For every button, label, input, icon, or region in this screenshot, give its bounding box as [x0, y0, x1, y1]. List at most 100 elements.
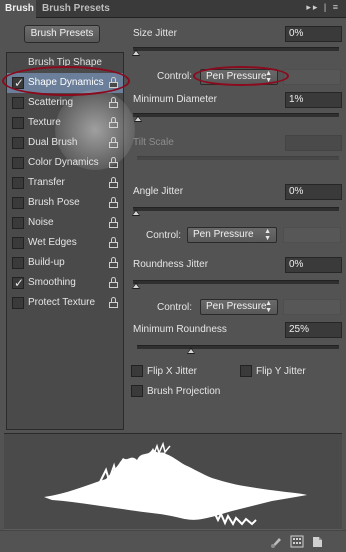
size-jitter-slider-thumb[interactable] — [132, 49, 140, 56]
size-control-select[interactable]: Pen Pressure ▲ ▼ — [200, 69, 278, 85]
option-label: Texture — [28, 117, 61, 128]
flip-y-label: Flip Y Jitter — [256, 366, 306, 377]
lock-icon[interactable] — [109, 257, 118, 268]
size-control-label: Control: — [157, 71, 193, 82]
tab-bar: Brush Brush Presets ▸▸ | ≡ — [0, 0, 346, 18]
option-row[interactable]: Protect Texture — [7, 293, 123, 313]
option-checkbox[interactable]: ✓ — [12, 76, 25, 90]
option-label: Build-up — [28, 257, 65, 268]
option-checkbox[interactable] — [12, 117, 24, 129]
option-checkbox[interactable] — [12, 97, 24, 109]
option-label: Color Dynamics — [28, 157, 99, 168]
lock-icon[interactable] — [109, 197, 118, 208]
new-preset-icon[interactable] — [310, 535, 324, 548]
option-checkbox[interactable] — [12, 217, 24, 229]
brush-projection-checkbox[interactable] — [131, 385, 143, 397]
minimum-diameter-field[interactable]: 1% — [285, 92, 342, 108]
select-arrows-icon: ▲ ▼ — [264, 228, 271, 242]
size-control-value: Pen Pressure — [206, 71, 267, 82]
angle-jitter-slider[interactable] — [133, 207, 339, 211]
minimum-roundness-field[interactable]: 25% — [285, 322, 342, 338]
lock-icon[interactable] — [109, 237, 118, 248]
tab-brush-presets[interactable]: Brush Presets — [42, 0, 110, 18]
lock-icon[interactable] — [109, 297, 118, 308]
option-row[interactable]: Dual Brush — [7, 133, 123, 153]
option-checkbox[interactable]: ✓ — [12, 276, 24, 290]
lock-icon[interactable] — [109, 77, 118, 88]
checkmark-icon: ✓ — [14, 76, 25, 90]
tilt-scale-field — [285, 135, 342, 151]
option-checkbox[interactable] — [12, 137, 24, 149]
minimum-roundness-slider[interactable] — [137, 345, 339, 349]
tilt-scale-label: Tilt Scale — [133, 137, 174, 148]
option-row[interactable]: Transfer — [7, 173, 123, 193]
minimum-diameter-slider-thumb[interactable] — [134, 115, 143, 122]
angle-control-extra — [283, 227, 341, 243]
angle-control-select[interactable]: Pen Pressure ▲ ▼ — [187, 227, 277, 243]
option-row[interactable]: Brush Pose — [7, 193, 123, 213]
angle-jitter-label: Angle Jitter — [133, 186, 184, 197]
size-control-extra — [283, 69, 341, 85]
grid-icon[interactable] — [290, 535, 304, 548]
brush-stroke-graphic — [44, 441, 307, 527]
brush-projection-label: Brush Projection — [147, 386, 221, 397]
option-row[interactable]: Color Dynamics — [7, 153, 123, 173]
size-jitter-field[interactable]: 0% — [285, 26, 342, 42]
option-checkbox[interactable] — [12, 197, 24, 209]
roundness-jitter-slider-thumb[interactable] — [132, 282, 140, 289]
option-label: Dual Brush — [28, 137, 78, 148]
size-jitter-label: Size Jitter — [133, 28, 177, 39]
lock-icon[interactable] — [109, 117, 118, 128]
option-label: Protect Texture — [28, 297, 96, 308]
roundness-jitter-label: Roundness Jitter — [133, 259, 209, 270]
option-checkbox[interactable] — [12, 177, 24, 189]
option-checkbox[interactable] — [12, 237, 24, 249]
option-row[interactable]: Scattering — [7, 93, 123, 113]
lock-icon[interactable] — [109, 157, 118, 168]
lock-icon[interactable] — [109, 217, 118, 228]
option-checkbox[interactable] — [12, 297, 24, 309]
angle-jitter-slider-thumb[interactable] — [132, 209, 140, 216]
size-jitter-slider[interactable] — [133, 47, 339, 51]
lock-icon[interactable] — [109, 277, 118, 288]
flip-x-checkbox[interactable] — [131, 365, 143, 377]
option-checkbox[interactable] — [12, 157, 24, 169]
minimum-roundness-slider-thumb[interactable] — [186, 347, 195, 354]
angle-control-label: Control: — [146, 230, 182, 241]
option-label: Scattering — [28, 97, 74, 108]
option-label: Brush Pose — [28, 197, 80, 208]
option-checkbox[interactable] — [12, 257, 24, 269]
option-row[interactable]: Build-up — [7, 253, 123, 273]
option-row[interactable]: Noise — [7, 213, 123, 233]
lock-icon[interactable] — [109, 137, 118, 148]
brush-toggle-icon[interactable] — [270, 535, 284, 548]
stroke-preview — [4, 433, 342, 530]
roundness-control-label: Control: — [157, 302, 193, 313]
roundness-jitter-slider[interactable] — [133, 280, 339, 284]
panel-menu-icon[interactable]: ▸▸ | ≡ — [306, 2, 340, 13]
roundness-control-select[interactable]: Pen Pressure ▲ ▼ — [200, 299, 278, 315]
option-label: Shape Dynamics — [28, 77, 104, 88]
option-row[interactable]: Texture — [7, 113, 123, 133]
brush-tip-shape-item[interactable]: Brush Tip Shape — [7, 57, 123, 68]
lock-icon[interactable] — [109, 97, 118, 108]
option-row[interactable]: Wet Edges — [7, 233, 123, 253]
roundness-control-value: Pen Pressure — [206, 301, 267, 312]
flip-y-checkbox[interactable] — [240, 365, 252, 377]
roundness-jitter-field[interactable]: 0% — [285, 257, 342, 273]
minimum-diameter-slider[interactable] — [133, 113, 339, 117]
select-arrows-icon: ▲ ▼ — [265, 300, 272, 314]
option-label: Noise — [28, 217, 54, 228]
option-label: Wet Edges — [28, 237, 77, 248]
lock-icon[interactable] — [109, 177, 118, 188]
angle-jitter-field[interactable]: 0% — [285, 184, 342, 200]
select-arrows-icon: ▲ ▼ — [265, 70, 272, 84]
flip-x-label: Flip X Jitter — [147, 366, 198, 377]
bottom-toolbar — [0, 530, 346, 552]
option-label: Transfer — [28, 177, 65, 188]
option-row[interactable]: ✓ Shape Dynamics — [7, 73, 123, 93]
tab-brush[interactable]: Brush — [0, 0, 36, 18]
brush-presets-button[interactable]: Brush Presets — [24, 25, 100, 43]
option-row[interactable]: ✓ Smoothing — [7, 273, 123, 293]
brush-options-list: Brush Tip Shape ✓ Shape Dynamics Scatterin… — [6, 52, 124, 430]
